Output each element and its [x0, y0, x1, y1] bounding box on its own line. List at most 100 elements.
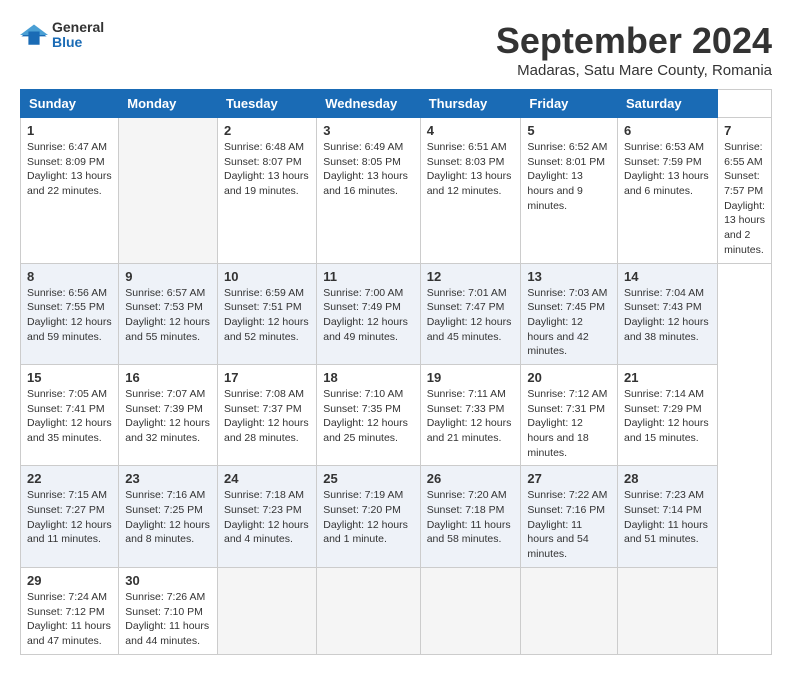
calendar-cell: 22 Sunrise: 7:15 AM Sunset: 7:27 PM Dayli…: [21, 466, 119, 567]
day-info: Sunrise: 7:19 AM Sunset: 7:20 PM Dayligh…: [323, 488, 413, 547]
calendar-cell: 6 Sunrise: 6:53 AM Sunset: 7:59 PM Daylig…: [618, 118, 718, 264]
day-number: 20: [527, 370, 611, 385]
calendar-cell: 21 Sunrise: 7:14 AM Sunset: 7:29 PM Dayli…: [618, 364, 718, 465]
calendar-cell: 8Sunrise: 6:56 AM Sunset: 7:55 PM Daylig…: [21, 263, 119, 364]
day-number: 6: [624, 123, 711, 138]
calendar-cell: [119, 118, 218, 264]
calendar-cell: 11Sunrise: 7:00 AM Sunset: 7:49 PM Dayli…: [317, 263, 420, 364]
day-info: Sunrise: 7:20 AM Sunset: 7:18 PM Dayligh…: [427, 488, 515, 547]
day-info: Sunrise: 7:16 AM Sunset: 7:25 PM Dayligh…: [125, 488, 211, 547]
calendar-cell: 27 Sunrise: 7:22 AM Sunset: 7:16 PM Dayli…: [521, 466, 618, 567]
day-info: Sunrise: 7:10 AM Sunset: 7:35 PM Dayligh…: [323, 387, 413, 446]
col-friday: Friday: [521, 90, 618, 118]
day-info: Sunrise: 7:07 AM Sunset: 7:39 PM Dayligh…: [125, 387, 211, 446]
day-info: Sunrise: 7:24 AM Sunset: 7:12 PM Dayligh…: [27, 590, 112, 649]
day-number: 17: [224, 370, 310, 385]
calendar-cell: [420, 567, 521, 654]
day-info: Sunrise: 7:04 AM Sunset: 7:43 PM Dayligh…: [624, 286, 711, 345]
month-title: September 2024: [496, 20, 772, 62]
day-info: Sunrise: 6:53 AM Sunset: 7:59 PM Dayligh…: [624, 140, 711, 199]
day-info: Sunrise: 7:01 AM Sunset: 7:47 PM Dayligh…: [427, 286, 515, 345]
day-number: 12: [427, 269, 515, 284]
calendar-row: 29 Sunrise: 7:24 AM Sunset: 7:12 PM Dayli…: [21, 567, 772, 654]
day-info: Sunrise: 6:59 AM Sunset: 7:51 PM Dayligh…: [224, 286, 310, 345]
location: Madaras, Satu Mare County, Romania: [496, 62, 772, 79]
day-number: 23: [125, 471, 211, 486]
calendar-cell: 23 Sunrise: 7:16 AM Sunset: 7:25 PM Dayli…: [119, 466, 218, 567]
col-sunday: Sunday: [21, 90, 119, 118]
calendar-cell: 15 Sunrise: 7:05 AM Sunset: 7:41 PM Dayli…: [21, 364, 119, 465]
day-number: 7: [724, 123, 765, 138]
calendar-cell: 19 Sunrise: 7:11 AM Sunset: 7:33 PM Dayli…: [420, 364, 521, 465]
day-info: Sunrise: 6:51 AM Sunset: 8:03 PM Dayligh…: [427, 140, 515, 199]
day-info: Sunrise: 6:57 AM Sunset: 7:53 PM Dayligh…: [125, 286, 211, 345]
logo-text: General Blue: [52, 20, 104, 51]
title-section: September 2024 Madaras, Satu Mare County…: [496, 20, 772, 79]
day-info: Sunrise: 7:18 AM Sunset: 7:23 PM Dayligh…: [224, 488, 310, 547]
calendar-cell: 16 Sunrise: 7:07 AM Sunset: 7:39 PM Dayli…: [119, 364, 218, 465]
col-thursday: Thursday: [420, 90, 521, 118]
day-number: 1: [27, 123, 112, 138]
calendar-cell: 29 Sunrise: 7:24 AM Sunset: 7:12 PM Dayli…: [21, 567, 119, 654]
calendar-cell: 1 Sunrise: 6:47 AM Sunset: 8:09 PM Daylig…: [21, 118, 119, 264]
calendar-cell: [217, 567, 316, 654]
calendar-cell: 12 Sunrise: 7:01 AM Sunset: 7:47 PM Dayli…: [420, 263, 521, 364]
calendar-cell: 2Sunrise: 6:48 AM Sunset: 8:07 PM Daylig…: [217, 118, 316, 264]
day-info: Sunrise: 7:12 AM Sunset: 7:31 PM Dayligh…: [527, 387, 611, 460]
calendar-cell: 5 Sunrise: 6:52 AM Sunset: 8:01 PM Daylig…: [521, 118, 618, 264]
calendar-row: 22 Sunrise: 7:15 AM Sunset: 7:27 PM Dayli…: [21, 466, 772, 567]
calendar-cell: 18Sunrise: 7:10 AM Sunset: 7:35 PM Dayli…: [317, 364, 420, 465]
day-info: Sunrise: 6:48 AM Sunset: 8:07 PM Dayligh…: [224, 140, 310, 199]
day-info: Sunrise: 7:26 AM Sunset: 7:10 PM Dayligh…: [125, 590, 211, 649]
day-number: 8: [27, 269, 112, 284]
day-number: 3: [323, 123, 413, 138]
day-info: Sunrise: 7:15 AM Sunset: 7:27 PM Dayligh…: [27, 488, 112, 547]
page-header: General Blue September 2024 Madaras, Sat…: [20, 20, 772, 79]
day-number: 27: [527, 471, 611, 486]
day-info: Sunrise: 7:22 AM Sunset: 7:16 PM Dayligh…: [527, 488, 611, 561]
day-number: 15: [27, 370, 112, 385]
day-number: 30: [125, 573, 211, 588]
calendar-cell: [317, 567, 420, 654]
calendar-cell: 4Sunrise: 6:51 AM Sunset: 8:03 PM Daylig…: [420, 118, 521, 264]
calendar-cell: 7 Sunrise: 6:55 AM Sunset: 7:57 PM Daylig…: [718, 118, 772, 264]
day-info: Sunrise: 7:11 AM Sunset: 7:33 PM Dayligh…: [427, 387, 515, 446]
col-monday: Monday: [119, 90, 218, 118]
calendar-cell: 17Sunrise: 7:08 AM Sunset: 7:37 PM Dayli…: [217, 364, 316, 465]
day-number: 28: [624, 471, 711, 486]
day-info: Sunrise: 6:55 AM Sunset: 7:57 PM Dayligh…: [724, 140, 765, 258]
day-number: 26: [427, 471, 515, 486]
calendar-cell: 13Sunrise: 7:03 AM Sunset: 7:45 PM Dayli…: [521, 263, 618, 364]
day-info: Sunrise: 6:49 AM Sunset: 8:05 PM Dayligh…: [323, 140, 413, 199]
day-info: Sunrise: 7:05 AM Sunset: 7:41 PM Dayligh…: [27, 387, 112, 446]
day-number: 25: [323, 471, 413, 486]
col-saturday: Saturday: [618, 90, 718, 118]
day-info: Sunrise: 6:52 AM Sunset: 8:01 PM Dayligh…: [527, 140, 611, 213]
day-number: 22: [27, 471, 112, 486]
day-number: 19: [427, 370, 515, 385]
day-info: Sunrise: 6:47 AM Sunset: 8:09 PM Dayligh…: [27, 140, 112, 199]
logo: General Blue: [20, 20, 104, 51]
calendar-cell: 20 Sunrise: 7:12 AM Sunset: 7:31 PM Dayli…: [521, 364, 618, 465]
day-number: 21: [624, 370, 711, 385]
day-info: Sunrise: 7:14 AM Sunset: 7:29 PM Dayligh…: [624, 387, 711, 446]
calendar-cell: 26 Sunrise: 7:20 AM Sunset: 7:18 PM Dayli…: [420, 466, 521, 567]
day-info: Sunrise: 7:23 AM Sunset: 7:14 PM Dayligh…: [624, 488, 711, 547]
calendar-cell: 25 Sunrise: 7:19 AM Sunset: 7:20 PM Dayli…: [317, 466, 420, 567]
calendar-cell: 30 Sunrise: 7:26 AM Sunset: 7:10 PM Dayli…: [119, 567, 218, 654]
logo-blue: Blue: [52, 35, 104, 50]
calendar-cell: [521, 567, 618, 654]
day-number: 5: [527, 123, 611, 138]
calendar-cell: 24Sunrise: 7:18 AM Sunset: 7:23 PM Dayli…: [217, 466, 316, 567]
day-number: 9: [125, 269, 211, 284]
calendar-table: Sunday Monday Tuesday Wednesday Thursday…: [20, 89, 772, 655]
logo-general: General: [52, 20, 104, 35]
logo-icon: [20, 21, 48, 49]
day-number: 14: [624, 269, 711, 284]
calendar-cell: 3 Sunrise: 6:49 AM Sunset: 8:05 PM Daylig…: [317, 118, 420, 264]
calendar-row: 8Sunrise: 6:56 AM Sunset: 7:55 PM Daylig…: [21, 263, 772, 364]
calendar-header-row: Sunday Monday Tuesday Wednesday Thursday…: [21, 90, 772, 118]
day-number: 16: [125, 370, 211, 385]
day-number: 29: [27, 573, 112, 588]
col-tuesday: Tuesday: [217, 90, 316, 118]
